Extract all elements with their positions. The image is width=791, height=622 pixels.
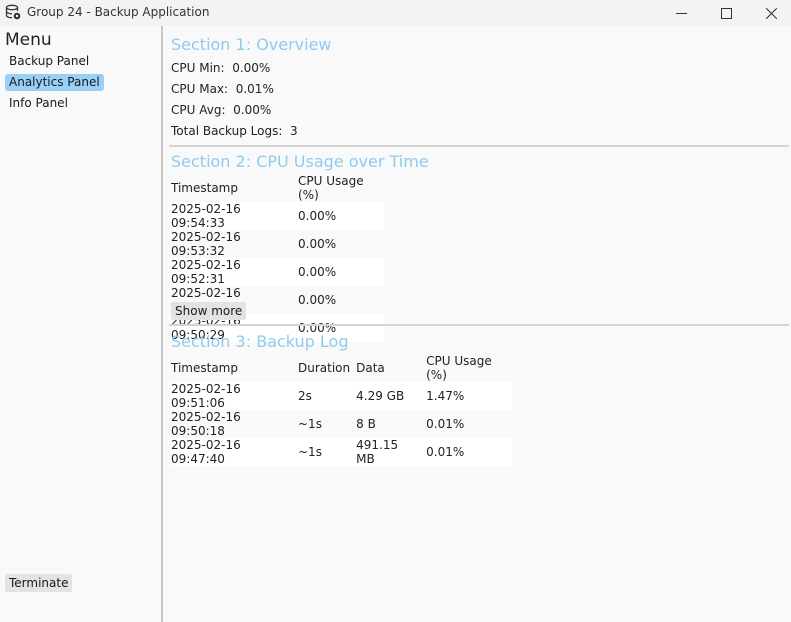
- stat-label: CPU Max:: [171, 82, 229, 96]
- stat-value: 3: [290, 124, 298, 138]
- section1-title: Section 1: Overview: [171, 35, 332, 54]
- stat-cpu-avg: CPU Avg: 0.00%: [171, 103, 271, 117]
- cell-timestamp: 2025-02-16 09:51:06: [171, 382, 298, 410]
- table-header-row: Timestamp Duration Data CPU Usage (%): [171, 354, 512, 382]
- table-row: 2025-02-16 09:54:33 0.00%: [171, 202, 384, 230]
- cell-cpu: 0.01%: [426, 410, 513, 438]
- table-row: 2025-02-16 09:51:06 2s 4.29 GB 1.47%: [171, 382, 513, 410]
- stat-value: 0.01%: [235, 82, 274, 96]
- title-bar: Group 24 - Backup Application: [0, 0, 791, 26]
- section2-title: Section 2: CPU Usage over Time: [171, 152, 429, 171]
- stat-total-backup-logs: Total Backup Logs: 3: [171, 124, 298, 138]
- show-more-button[interactable]: Show more: [171, 302, 247, 320]
- close-icon: [765, 7, 777, 19]
- stat-label: CPU Min:: [171, 61, 225, 75]
- stat-value: 0.00%: [232, 61, 271, 75]
- backup-log-table: Timestamp Duration Data CPU Usage (%) 20…: [171, 354, 513, 466]
- database-gear-icon: [5, 4, 21, 20]
- cell-data: 8 B: [356, 410, 427, 438]
- stat-label: CPU Avg:: [171, 103, 226, 117]
- table-row: 2025-02-16 09:47:40 ~1s 491.15 MB 0.01%: [171, 438, 513, 466]
- section3-title: Section 3: Backup Log: [171, 332, 349, 351]
- table-row: 2025-02-16 09:50:18 ~1s 8 B 0.01%: [171, 410, 513, 438]
- cell-cpu: 0.00%: [298, 258, 384, 286]
- stat-value: 0.00%: [233, 103, 272, 117]
- sidebar-item-analytics-panel[interactable]: Analytics Panel: [5, 74, 104, 91]
- cell-timestamp: 2025-02-16 09:47:40: [171, 438, 298, 466]
- cell-timestamp: 2025-02-16 09:54:33: [171, 202, 298, 230]
- column-header: Duration: [298, 361, 351, 375]
- table-row: 2025-02-16 09:52:31 0.00%: [171, 258, 384, 286]
- column-header: Data: [356, 361, 385, 375]
- close-button[interactable]: [748, 0, 791, 26]
- cell-cpu: 0.00%: [298, 202, 384, 230]
- cell-timestamp: 2025-02-16 09:52:31: [171, 258, 298, 286]
- minimize-button[interactable]: [658, 0, 704, 26]
- maximize-button[interactable]: [703, 0, 749, 26]
- stat-cpu-min: CPU Min: 0.00%: [171, 61, 270, 75]
- column-header: CPU Usage (%): [298, 174, 364, 202]
- terminate-button[interactable]: Terminate: [5, 574, 73, 592]
- cell-timestamp: 2025-02-16 09:50:18: [171, 410, 298, 438]
- minimize-icon: [675, 12, 687, 14]
- cell-timestamp: 2025-02-16 09:53:32: [171, 230, 298, 258]
- window-title: Group 24 - Backup Application: [27, 5, 210, 19]
- cell-duration: 2s: [298, 382, 357, 410]
- stat-label: Total Backup Logs:: [171, 124, 283, 138]
- menu-title: Menu: [5, 30, 52, 50]
- sidebar: Menu Backup Panel Analytics Panel Info P…: [0, 26, 161, 622]
- cell-data: 4.29 GB: [356, 382, 427, 410]
- cell-data: 491.15 MB: [356, 438, 427, 466]
- table-header-row: Timestamp CPU Usage (%): [171, 174, 384, 202]
- cell-cpu: 0.01%: [426, 438, 513, 466]
- cell-cpu: 0.00%: [298, 286, 384, 314]
- sidebar-item-backup-panel[interactable]: Backup Panel: [5, 53, 93, 70]
- column-header: Timestamp: [171, 181, 238, 195]
- cell-duration: ~1s: [298, 410, 357, 438]
- section-divider: [169, 324, 789, 326]
- maximize-icon: [720, 7, 732, 19]
- cell-cpu: 0.00%: [298, 230, 384, 258]
- analytics-panel: Section 1: Overview CPU Min: 0.00% CPU M…: [163, 26, 791, 622]
- table-row: 2025-02-16 09:53:32 0.00%: [171, 230, 384, 258]
- section-divider: [169, 145, 789, 147]
- sidebar-item-info-panel[interactable]: Info Panel: [5, 95, 72, 112]
- column-header: CPU Usage (%): [426, 354, 492, 382]
- cell-duration: ~1s: [298, 438, 357, 466]
- cell-cpu: 1.47%: [426, 382, 513, 410]
- column-header: Timestamp: [171, 361, 238, 375]
- stat-cpu-max: CPU Max: 0.01%: [171, 82, 274, 96]
